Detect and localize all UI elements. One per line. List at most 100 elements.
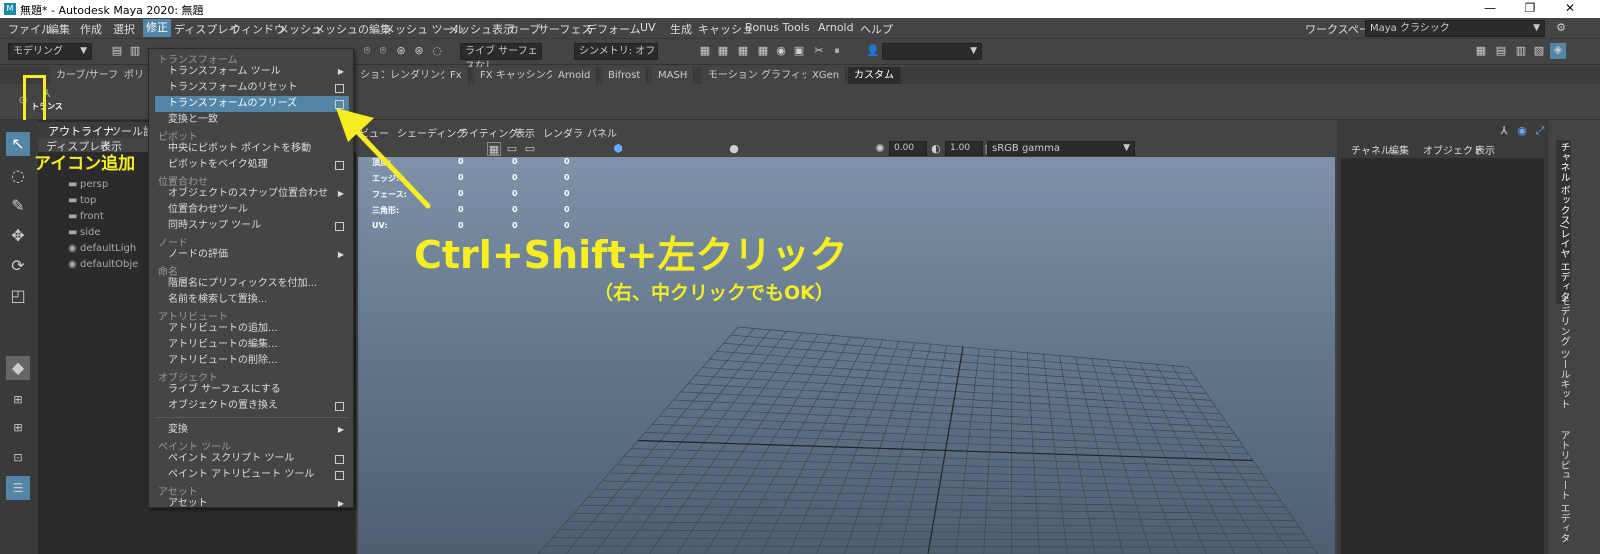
option-box-icon[interactable] (335, 222, 344, 231)
menu-item[interactable]: 同時スナップ ツール (155, 218, 349, 234)
layer-editor-icon[interactable]: ▧ (1532, 44, 1546, 58)
menu-item-3[interactable]: 選択 (113, 21, 135, 37)
menu-item-1[interactable]: 編集 (48, 21, 70, 37)
wireframe-icon[interactable]: ▭ (505, 142, 519, 156)
tool-settings-icon[interactable]: ▥ (1514, 44, 1528, 58)
workspace-dropdown[interactable]: Maya クラシック ▼ (1365, 20, 1545, 37)
menu-item-14[interactable]: UV (640, 21, 656, 34)
menu-item[interactable]: 名前を検索して置換... (155, 292, 349, 308)
snap-view-icon[interactable]: ⊛ (412, 44, 426, 58)
side-tab-attribute-editor[interactable]: アトリビュート エディタ (1556, 430, 1571, 543)
shelf-tab-8[interactable]: XGen (806, 67, 847, 84)
menu-item[interactable]: ピボットをベイク処理 (155, 157, 349, 173)
menu-item[interactable]: トランスフォームのフリーズ (155, 96, 349, 112)
layer-icon[interactable]: ◉ (1515, 124, 1529, 138)
menu-item[interactable]: ライブ サーフェスにする (155, 382, 349, 398)
menu-item-2[interactable]: 作成 (80, 21, 102, 37)
exposure-field[interactable]: 0.00 (889, 141, 927, 156)
new-scene-icon[interactable]: ▤ (110, 44, 124, 58)
settings-icon[interactable]: ⚙ (1554, 21, 1568, 35)
render-frame-icon[interactable]: ▦ (716, 44, 730, 58)
gamma-field[interactable]: 1.00 (945, 141, 983, 156)
viewport-3d-view[interactable]: 頂点: 0 0 0 エッジ: 0 0 0 フェース: 0 0 0 三角形: 0 0 0 UV: 0 0 0 (358, 157, 1335, 554)
menu-item[interactable]: トランスフォームのリセット (155, 80, 349, 96)
menu-item-11[interactable]: カーブ (508, 21, 540, 37)
menu-item[interactable]: オブジェクトのスナップ位置合わせ ▶ (155, 186, 349, 202)
scale-tool-icon[interactable]: ◰ (6, 284, 30, 308)
light-editor-icon[interactable]: ✂ (812, 44, 826, 58)
snap-live-icon[interactable]: ◌ (430, 44, 444, 58)
option-box-icon[interactable] (335, 455, 344, 464)
ao-icon[interactable]: ● (727, 142, 741, 156)
outliner-item[interactable]: ▬ persp (68, 177, 108, 193)
menu-item[interactable]: 変換 ▶ (155, 422, 349, 438)
option-box-icon[interactable] (335, 402, 344, 411)
shelf-tab-4[interactable]: Arnold (552, 67, 598, 84)
modeling-toolkit-icon[interactable]: ▦ (1474, 44, 1488, 58)
layout-two-icon[interactable]: ⊞ (6, 416, 30, 440)
gamma-icon[interactable]: ◐ (929, 142, 943, 156)
edit-icon[interactable]: ⤢ (1533, 124, 1547, 138)
shelf-tab-3[interactable]: FX キャッシング (474, 67, 563, 84)
menu-item-19[interactable]: ヘルプ (860, 21, 893, 37)
snap-curve-icon[interactable]: ⌾ (376, 44, 390, 58)
menu-item[interactable]: 中央にピボット ポイントを移動 (155, 141, 349, 157)
option-box-icon[interactable] (335, 84, 344, 93)
shelf-tab-6[interactable]: MASH (652, 67, 695, 84)
shelf-tab-9[interactable]: カスタム (848, 67, 901, 84)
viewport-menu-2[interactable]: ライティング (459, 125, 518, 140)
menu-item-8[interactable]: メッシュの編集 (314, 21, 391, 37)
menu-item[interactable]: アトリビュートの削除... (155, 353, 349, 369)
menu-set-dropdown[interactable]: モデリング ▼ (8, 43, 92, 60)
channel-box-icon[interactable]: ◈ (1550, 43, 1566, 59)
user-icon[interactable]: 👤 (866, 44, 880, 58)
menu-item[interactable]: アトリビュートの編集... (155, 337, 349, 353)
menu-item[interactable]: アトリビュートの追加... (155, 321, 349, 337)
smooth-shade-icon[interactable]: ▭ (523, 142, 537, 156)
snap-point-icon[interactable]: ⊛ (394, 44, 408, 58)
rotate-tool-icon[interactable]: ⟳ (6, 254, 30, 278)
live-surface-field[interactable]: ライブ サーフェスなし (460, 43, 542, 72)
shelf-tab-5[interactable]: Bifrost (602, 67, 648, 84)
menu-item[interactable]: 変換と一致 (155, 112, 349, 128)
channel-box-menu-0[interactable]: チャネル (1351, 142, 1391, 157)
viewport-menu-5[interactable]: パネル (587, 125, 617, 140)
side-tab-modeling-toolkit[interactable]: モデリング ツールキット (1556, 296, 1571, 409)
menu-item[interactable]: アセット ▶ (155, 496, 349, 512)
render-view-icon[interactable]: ▦ (698, 44, 712, 58)
viewport-menu-4[interactable]: レンダラ (543, 125, 583, 140)
channel-box-menu-3[interactable]: 表示 (1475, 142, 1495, 157)
menu-item[interactable]: ノードの評価 ▶ (155, 247, 349, 263)
menu-item[interactable]: 階層名にプリフィックスを付加... (155, 276, 349, 292)
channel-box-menu-2[interactable]: オブジェクト (1423, 142, 1483, 157)
exposure-icon[interactable]: ✺ (873, 142, 887, 156)
menu-item-13[interactable]: デフォーム (586, 21, 641, 37)
menu-item-17[interactable]: Bonus Tools (745, 21, 810, 34)
shaded-cube-icon[interactable]: ⬢ (611, 142, 625, 156)
open-scene-icon[interactable]: ▥ (128, 44, 142, 58)
colorspace-dropdown[interactable]: sRGB gamma ▼ (987, 141, 1135, 156)
menu-item-0[interactable]: ファイル (8, 21, 52, 37)
attribute-editor-icon[interactable]: ▤ (1494, 44, 1508, 58)
hypershade-icon[interactable]: ◉ (774, 44, 788, 58)
minimize-button[interactable]: — (1470, 1, 1510, 17)
menu-item[interactable]: トランスフォーム ツール ▶ (155, 64, 349, 80)
close-button[interactable]: ✕ (1550, 1, 1590, 17)
viewport-menu-3[interactable]: 表示 (515, 125, 535, 140)
paint-select-icon[interactable]: ✎ (6, 194, 30, 218)
shelf-tab-poly[interactable]: ポリ (118, 67, 151, 84)
lasso-tool-icon[interactable]: ◌ (6, 164, 30, 188)
shelf-tab-2[interactable]: Fx (444, 67, 469, 84)
menu-item-10[interactable]: メッシュ表示 (448, 21, 514, 37)
pause-icon[interactable]: ⏸ (830, 44, 844, 58)
menu-item[interactable]: ペイント スクリプト ツール (155, 451, 349, 467)
outliner-item[interactable]: ◉ defaultObje (68, 257, 138, 273)
outliner-layout-icon[interactable]: ☰ (6, 476, 30, 500)
side-tab-channel-box[interactable]: チャネル ボックス/レイヤ エディタ (1556, 140, 1571, 304)
menu-item[interactable]: ペイント アトリビュート ツール (155, 467, 349, 483)
select-tool-icon[interactable]: ↖ (6, 132, 30, 156)
outliner-item[interactable]: ▬ side (68, 225, 101, 241)
menu-item[interactable]: 位置合わせツール (155, 202, 349, 218)
menu-item-6[interactable]: ウィンドウ (230, 21, 285, 37)
outliner-item[interactable]: ◉ defaultLigh (68, 241, 136, 257)
